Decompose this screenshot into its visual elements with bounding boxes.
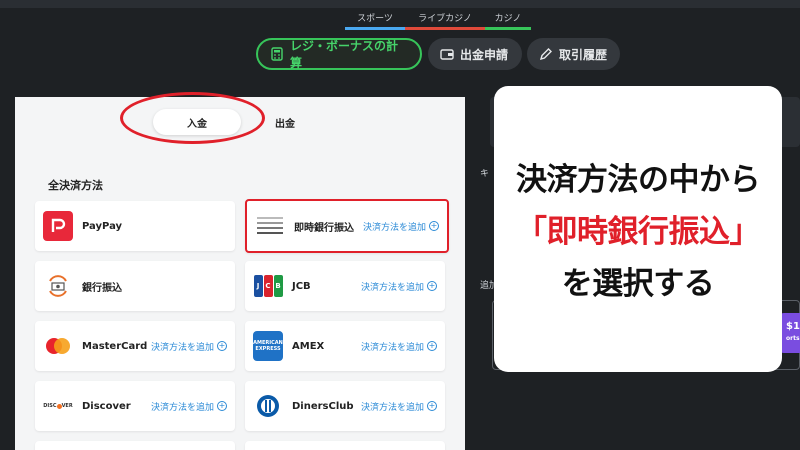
plus-circle-icon: + <box>217 401 227 411</box>
add-payment-method-link[interactable]: 決済方法を追加 + <box>151 340 227 353</box>
plus-circle-icon: + <box>427 401 437 411</box>
add-label: 決済方法を追加 <box>360 342 424 353</box>
payment-method-name: AMEX <box>292 340 325 352</box>
payment-method-paypay[interactable]: PayPay <box>35 201 235 251</box>
transaction-history-button[interactable]: 取引履歴 <box>527 38 620 70</box>
bonus-calculator-button[interactable]: レジ・ボーナスの計算 <box>256 38 422 70</box>
payment-method-name: 銀行振込 <box>82 282 122 294</box>
top-bar <box>0 0 800 8</box>
right-label-1: キ <box>480 169 490 179</box>
tab-sports-label: スポーツ <box>357 14 393 24</box>
payment-method-name: JCB <box>292 280 311 292</box>
payment-method-amex[interactable]: AMERICAN EXPRESS AMEX 決済方法を追加 + <box>245 321 445 371</box>
payment-panel: 入金 出金 全決済方法 PayPay 即時銀行振込 決済方法を追加 + 銀行振込 … <box>15 92 465 450</box>
payment-method-instant-bank-transfer[interactable]: 即時銀行振込 決済方法を追加 + <box>245 199 449 253</box>
bonus-calculator-label: レジ・ボーナスの計算 <box>290 39 399 70</box>
payment-method-name: MasterCard <box>82 340 148 352</box>
tab-live-casino[interactable]: ライブカジノ <box>405 12 485 30</box>
plus-circle-icon: + <box>427 341 437 351</box>
payment-method-name: 即時銀行振込 <box>294 222 354 234</box>
tab-live-casino-indicator <box>405 27 485 30</box>
pencil-icon <box>539 47 553 61</box>
add-payment-method-link[interactable]: 決済方法を追加 + <box>151 400 227 413</box>
instruction-callout: 決済方法の中から 「即時銀行振込」 を選択する <box>494 86 782 372</box>
add-payment-method-link[interactable]: 決済方法を追加 + <box>363 220 439 233</box>
payment-method-name: PayPay <box>82 220 123 232</box>
payment-method-name: DinersClub <box>292 400 354 412</box>
section-title: 全決済方法 <box>48 179 103 192</box>
instant-bank-transfer-icon <box>255 211 285 241</box>
plus-circle-icon: + <box>217 341 227 351</box>
plus-circle-icon: + <box>429 221 439 231</box>
payment-method-dinersclub[interactable]: DinersClub 決済方法を追加 + <box>245 381 445 431</box>
payment-method-partial <box>35 441 235 450</box>
add-payment-method-link[interactable]: 決済方法を追加 + <box>361 280 437 293</box>
mastercard-logo-icon <box>43 331 73 361</box>
add-payment-method-link[interactable]: 決済方法を追加 + <box>361 340 437 353</box>
callout-line-1: 決済方法の中から <box>516 162 761 198</box>
add-label: 決済方法を追加 <box>360 402 424 413</box>
payment-method-discover[interactable]: DISC VER Discover 決済方法を追加 + <box>35 381 235 431</box>
tab-sports[interactable]: スポーツ <box>345 12 405 30</box>
tab-casino-indicator <box>485 27 531 30</box>
amex-logo-icon: AMERICAN EXPRESS <box>253 331 283 361</box>
add-label: 決済方法を追加 <box>360 282 424 293</box>
deposit-highlight-oval <box>120 92 265 144</box>
promo-subtext: orts l <box>786 335 800 342</box>
payment-method-name: Discover <box>82 400 131 412</box>
callout-line-3: を選択する <box>561 266 715 302</box>
payment-method-jcb[interactable]: J C B JCB 決済方法を追加 + <box>245 261 445 311</box>
withdraw-request-label: 出金申請 <box>460 47 509 62</box>
payment-method-bank-transfer[interactable]: 銀行振込 <box>35 261 235 311</box>
dinersclub-logo-icon <box>253 391 283 421</box>
tab-live-casino-label: ライブカジノ <box>418 14 472 24</box>
bank-transfer-icon <box>43 271 73 301</box>
jcb-logo-icon: J C B <box>253 271 283 301</box>
add-label: 決済方法を追加 <box>150 402 214 413</box>
tab-casino[interactable]: カジノ <box>485 12 531 30</box>
add-label: 決済方法を追加 <box>150 342 214 353</box>
calculator-icon <box>270 47 284 61</box>
discover-logo-icon: DISC VER <box>43 391 73 421</box>
callout-line-2: 「即時銀行振込」 <box>516 214 761 250</box>
add-payment-method-link[interactable]: 決済方法を追加 + <box>361 400 437 413</box>
payment-method-mastercard[interactable]: MasterCard 決済方法を追加 + <box>35 321 235 371</box>
tab-casino-label: カジノ <box>494 14 522 24</box>
promo-amount: $1 <box>786 321 800 332</box>
tab-sports-indicator <box>345 27 405 30</box>
payment-method-partial <box>245 441 445 450</box>
top-nav: スポーツ ライブカジノ カジノ <box>0 12 800 30</box>
add-label: 決済方法を追加 <box>362 222 426 233</box>
transaction-history-label: 取引履歴 <box>559 47 608 62</box>
withdraw-request-button[interactable]: 出金申請 <box>428 38 522 70</box>
wallet-icon <box>440 47 454 61</box>
paypay-logo-icon <box>43 211 73 241</box>
plus-circle-icon: + <box>427 281 437 291</box>
